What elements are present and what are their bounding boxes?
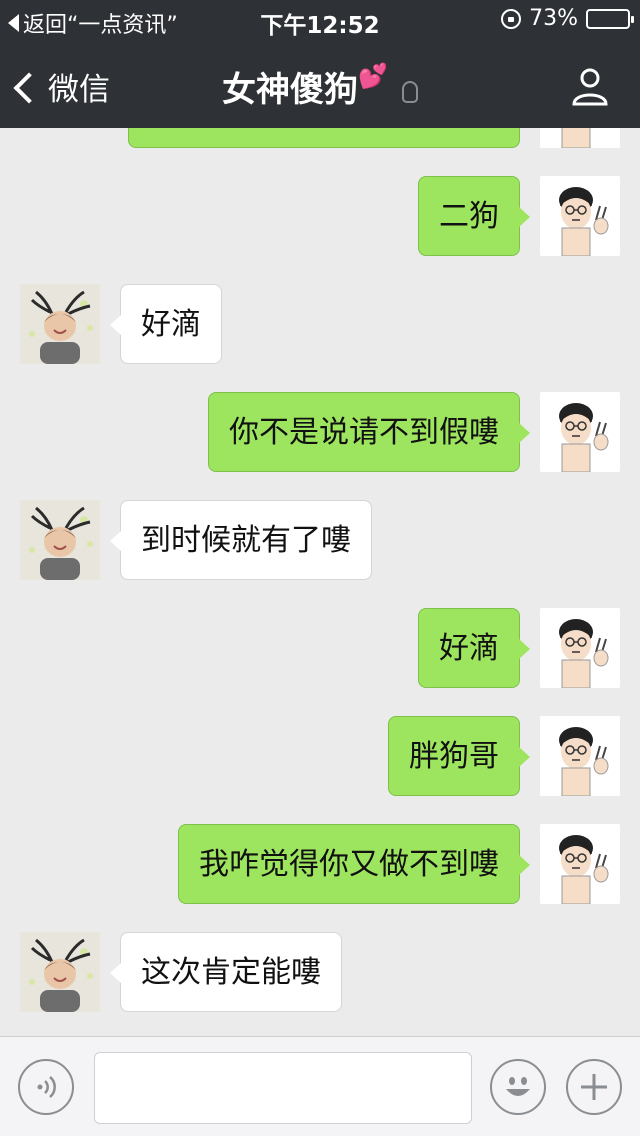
contact-avatar[interactable] [20, 284, 100, 364]
top-bar: 返回“一点资讯” 下午12:52 73% 微信 女神傻狗💕 [0, 0, 640, 128]
input-bar [0, 1036, 640, 1136]
my-avatar[interactable] [540, 608, 620, 688]
voice-icon [37, 1076, 56, 1098]
emoji-button[interactable] [490, 1059, 546, 1115]
their-message-bubble[interactable]: 好滴 [110, 284, 222, 364]
plus-icon [581, 1074, 607, 1100]
status-bar: 返回“一点资讯” 下午12:52 73% [0, 0, 640, 40]
my-avatar[interactable] [540, 128, 620, 148]
contact-avatar[interactable] [20, 500, 100, 580]
voice-button[interactable] [18, 1059, 74, 1115]
my-avatar[interactable] [540, 824, 620, 904]
wechat-chat-screen: 返回“一点资讯” 下午12:52 73% 微信 女神傻狗💕 二狗 好滴 你不是说… [0, 0, 640, 1136]
contact-avatar[interactable] [20, 932, 100, 1012]
my-avatar[interactable] [540, 176, 620, 256]
smiley-icon [506, 1077, 530, 1096]
rotation-lock-icon [501, 8, 522, 29]
chat-title-text: 女神傻狗 [222, 70, 359, 110]
heart-emoji: 💕 [358, 62, 388, 90]
my-message-bubble[interactable]: 我咋觉得你又做不到嘍 [178, 824, 530, 904]
my-avatar[interactable] [540, 392, 620, 472]
add-button[interactable] [566, 1059, 622, 1115]
battery-percent: 73% [529, 6, 578, 31]
chat-title: 女神傻狗💕 [0, 62, 640, 111]
nav-bar: 微信 女神傻狗💕 [0, 40, 640, 128]
status-right: 73% [501, 6, 634, 31]
battery-icon [586, 8, 634, 29]
ear-icon [401, 80, 418, 103]
my-message-bubble[interactable]: 你不是说请不到假嘍 [208, 392, 530, 472]
their-message-bubble[interactable]: 到时候就有了嘍 [110, 500, 372, 580]
their-message-bubble[interactable]: 这次肯定能嘍 [110, 932, 342, 1012]
partial-message-bubble [128, 128, 520, 148]
message-list[interactable]: 二狗 好滴 你不是说请不到假嘍 到时候就有了嘍 好滴 胖狗哥 我咋觉得你又做不到嘍 这次肯定能… [0, 128, 640, 1036]
message-input[interactable] [94, 1052, 472, 1124]
my-message-bubble[interactable]: 好滴 [418, 608, 530, 688]
my-avatar[interactable] [540, 716, 620, 796]
my-message-bubble[interactable]: 胖狗哥 [388, 716, 530, 796]
person-icon[interactable] [570, 66, 610, 106]
my-message-bubble[interactable]: 二狗 [418, 176, 530, 256]
